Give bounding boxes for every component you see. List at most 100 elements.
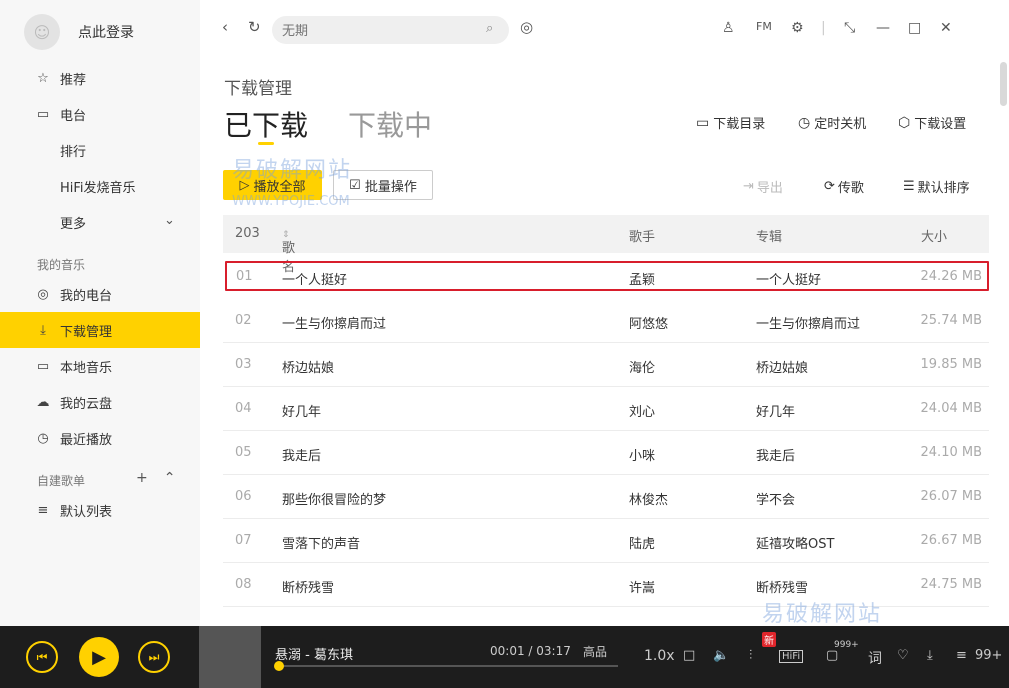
row-album[interactable]: 延禧攻略OST — [756, 533, 834, 552]
shutdown-timer-button[interactable]: ◷ 定时关机 — [798, 113, 866, 133]
row-name: 好几年 — [282, 405, 322, 420]
sync-icon: ⟳ — [824, 179, 835, 194]
mini-mode-icon[interactable]: ⤡ — [844, 20, 855, 36]
lyrics-button[interactable]: 词 — [868, 648, 882, 668]
nav-item-my-radio[interactable]: ◎ 我的电台 — [0, 276, 200, 312]
sort-button[interactable]: ☰ 默认排序 — [903, 177, 970, 196]
nav-item-rank[interactable]: 排行 — [0, 132, 200, 168]
now-playing-title[interactable]: 悬溺 - 葛东琪 — [275, 644, 353, 663]
refresh-icon[interactable]: ↻ — [248, 18, 261, 36]
hifi-button[interactable]: HiFi — [779, 650, 804, 663]
progress-handle[interactable] — [274, 661, 284, 671]
row-artist[interactable]: 刘心 — [629, 401, 655, 420]
monitor-icon: ▭ — [36, 358, 50, 374]
row-artist[interactable]: 阿悠悠 — [629, 313, 668, 332]
playlist-icon[interactable]: ≡ — [956, 648, 967, 663]
row-album[interactable]: 断桥残雪 — [756, 577, 808, 596]
album-cover[interactable] — [199, 626, 261, 688]
table-row[interactable]: 04 好几年 刘心 好几年 24.04 MB — [223, 387, 989, 431]
row-artist[interactable]: 许嵩 — [629, 577, 655, 596]
mode-icon[interactable]: □ — [683, 648, 695, 663]
row-album[interactable]: 桥边姑娘 — [756, 357, 808, 376]
download-icon[interactable]: ⤓ — [927, 648, 933, 663]
transfer-button[interactable]: ⟳ 传歌 — [824, 177, 864, 196]
download-settings-button[interactable]: ⬡ 下载设置 — [898, 113, 967, 133]
search-input[interactable] — [272, 16, 509, 44]
table-row[interactable]: 01 一个人挺好 孟颖 一个人挺好 24.26 MB — [225, 261, 989, 291]
avatar[interactable]: ☺ — [24, 14, 60, 50]
row-num: 05 — [235, 445, 252, 460]
nav-item-default-list[interactable]: ≡ 默认列表 — [0, 492, 200, 528]
col-album: 专辑 — [756, 230, 783, 245]
chevron-down-icon[interactable]: ⌄ — [164, 213, 175, 228]
close-icon[interactable]: ✕ — [940, 20, 952, 36]
table-row[interactable]: 05 我走后 小咪 我走后 24.10 MB — [223, 431, 989, 475]
minimize-icon[interactable]: — — [876, 20, 890, 36]
download-settings-label: 下载设置 — [914, 117, 967, 132]
comment-count: 999+ — [834, 640, 859, 650]
row-album[interactable]: 好几年 — [756, 401, 795, 420]
table-row[interactable]: 06 那些你很冒险的梦 林俊杰 学不会 26.07 MB — [223, 475, 989, 519]
nav-item-local[interactable]: ▭ 本地音乐 — [0, 348, 200, 384]
row-artist[interactable]: 陆虎 — [629, 533, 655, 552]
export-button[interactable]: ⇥ 导出 — [743, 177, 783, 196]
transfer-label: 传歌 — [837, 181, 864, 196]
quality-selector[interactable]: 高品 — [583, 643, 607, 660]
nav-item-radio[interactable]: ▭ 电台 — [0, 96, 200, 132]
tab-downloading[interactable]: 下载中 — [348, 104, 432, 144]
playlist-tools: + ⌃ — [136, 470, 175, 486]
recognize-music-icon[interactable]: ◎ — [520, 18, 533, 36]
row-artist[interactable]: 海伦 — [629, 357, 655, 376]
nav-item-recommend[interactable]: ☆ 推荐 — [0, 60, 200, 96]
progress-bar[interactable] — [278, 665, 618, 667]
nav-item-downloads[interactable]: ⤓ 下载管理 — [0, 312, 200, 348]
add-icon[interactable]: + — [136, 470, 148, 486]
search-icon[interactable]: ⌕ — [486, 21, 493, 36]
tab-downloaded[interactable]: 已下载 — [224, 104, 308, 144]
timer-icon: ◷ — [798, 114, 811, 131]
fm-icon[interactable]: FM — [756, 20, 772, 33]
prev-button[interactable]: ⏮ — [26, 641, 58, 673]
nav-item-more[interactable]: 更多 ⌄ — [0, 204, 200, 240]
speed-button[interactable]: 1.0x — [644, 648, 675, 664]
nav-item-recent[interactable]: ◷ 最近播放 — [0, 420, 200, 456]
login-link[interactable]: 点此登录 — [78, 22, 134, 42]
skip-forward-icon: ⏭ — [148, 649, 160, 664]
skin-icon[interactable]: ♙ — [722, 20, 735, 36]
settings-icon[interactable]: ⚙ — [791, 20, 804, 36]
login-area[interactable]: ☺ 点此登录 — [24, 12, 134, 52]
row-album[interactable]: 学不会 — [756, 489, 795, 508]
section-my-music: 我的音乐 — [37, 258, 86, 272]
table-row[interactable]: 07 雪落下的声音 陆虎 延禧攻略OST 26.67 MB — [223, 519, 989, 563]
nav-item-hifi[interactable]: HiFi发烧音乐 — [0, 168, 200, 204]
row-album[interactable]: 我走后 — [756, 445, 795, 464]
row-artist[interactable]: 小咪 — [629, 445, 655, 464]
table-row[interactable]: 02 一生与你擦肩而过 阿悠悠 一生与你擦肩而过 25.74 MB — [223, 299, 989, 343]
scrollbar[interactable] — [1000, 62, 1007, 106]
chevron-up-icon[interactable]: ⌃ — [164, 470, 176, 486]
tab-indicator — [258, 142, 274, 145]
table-header: 203 歌名 ⇕ 歌手 专辑 大小 — [223, 215, 989, 275]
col-name[interactable]: 歌名 ⇕ — [282, 226, 295, 275]
equalizer-icon[interactable]: ⫶ — [749, 648, 752, 663]
play-button[interactable]: ▶ — [79, 637, 119, 677]
comment-icon[interactable]: ▢ — [826, 648, 838, 663]
download-dir-button[interactable]: ▭ 下载目录 — [696, 113, 765, 133]
row-num: 06 — [235, 489, 252, 504]
playlist-count[interactable]: 99+ — [975, 648, 1002, 663]
volume-icon[interactable]: 🔈 — [713, 648, 729, 663]
nav-item-cloud[interactable]: ☁ 我的云盘 — [0, 384, 200, 420]
clock-icon: ◷ — [37, 430, 49, 446]
next-button[interactable]: ⏭ — [138, 641, 170, 673]
play-icon: ▶ — [92, 646, 106, 668]
maximize-icon[interactable]: □ — [908, 20, 921, 36]
row-album[interactable]: 一生与你擦肩而过 — [756, 313, 860, 332]
row-artist[interactable]: 林俊杰 — [629, 489, 668, 508]
row-name: 一生与你擦肩而过 — [282, 317, 387, 332]
row-artist[interactable]: 孟颖 — [629, 269, 655, 288]
heart-icon[interactable]: ♡ — [897, 648, 909, 663]
download-icon: ⤓ — [40, 322, 46, 338]
row-album[interactable]: 一个人挺好 — [756, 269, 821, 288]
table-row[interactable]: 03 桥边姑娘 海伦 桥边姑娘 19.85 MB — [223, 343, 989, 387]
back-icon[interactable]: ‹ — [222, 18, 228, 36]
